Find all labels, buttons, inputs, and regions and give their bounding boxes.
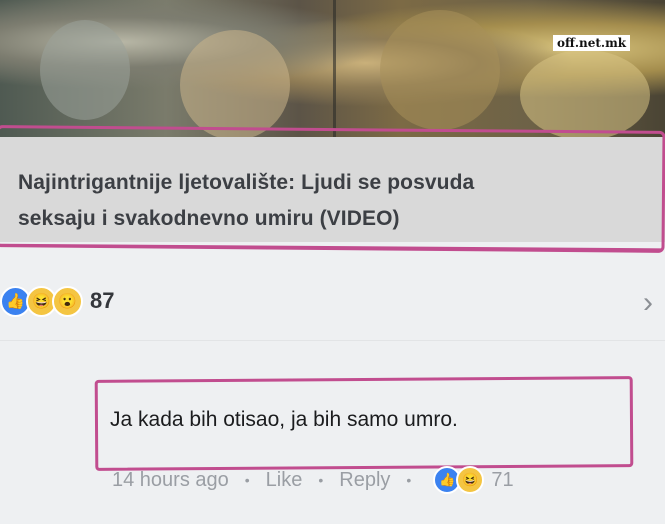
comment-timestamp[interactable]: 14 hours ago — [112, 469, 229, 492]
headline-highlight-outline — [0, 125, 665, 253]
post-thumbnail-image[interactable]: off.net.mk — [0, 0, 665, 140]
wow-icon: 😮 — [52, 285, 83, 317]
comment-like-button[interactable]: Like — [266, 469, 303, 492]
comment-reactions[interactable]: 👍 😆 71 — [433, 466, 514, 494]
divider — [0, 340, 665, 341]
post-reactions-summary[interactable]: 👍 😆 😮 87 — [0, 285, 115, 317]
watermark: off.net.mk — [553, 35, 631, 51]
haha-icon: 😆 — [456, 466, 485, 494]
comment-reply-button[interactable]: Reply — [339, 469, 390, 492]
photo-crowd-shape — [40, 20, 130, 120]
comment-reaction-count: 71 — [491, 468, 514, 491]
chevron-right-icon[interactable]: › — [643, 286, 653, 320]
comment-meta: 14 hours ago • Like • Reply • 👍 😆 71 — [112, 466, 514, 494]
photo-crowd-shape — [180, 30, 290, 140]
separator-dot: • — [406, 472, 412, 488]
separator-dot: • — [244, 472, 250, 488]
photo-crowd-shape — [380, 10, 500, 130]
photo-crowd-shape — [520, 50, 650, 140]
reaction-count: 87 — [90, 288, 115, 313]
separator-dot: • — [318, 472, 324, 488]
comment-text: Ja kada bih otisao, ja bih samo umro. — [110, 408, 458, 431]
photo-divider — [333, 0, 336, 140]
